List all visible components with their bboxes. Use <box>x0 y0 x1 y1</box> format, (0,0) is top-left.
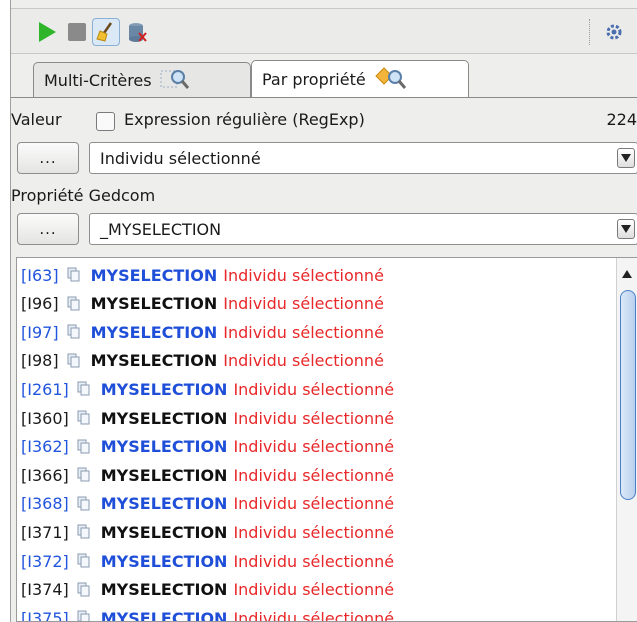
record-tag: MYSELECTION <box>100 551 228 571</box>
value-browse-button[interactable]: ... <box>17 142 79 174</box>
scrollbar[interactable] <box>616 258 637 621</box>
copy-icon <box>77 524 91 540</box>
toolbar <box>11 8 637 54</box>
record-tag: MYSELECTION <box>100 494 228 514</box>
list-item[interactable]: [I261] MYSELECTION Individu sélectionné <box>21 375 394 403</box>
record-id: [I96] <box>21 294 59 314</box>
copy-icon <box>77 381 91 397</box>
chevron-down-icon[interactable] <box>617 219 635 239</box>
record-value: Individu sélectionné <box>233 408 395 428</box>
results-list[interactable]: [I375] MYSELECTION Individu sélectionné [I3… <box>16 257 637 622</box>
record-id: [I374] <box>21 580 69 600</box>
record-id: [I98] <box>21 351 59 371</box>
search-tag-icon <box>374 66 408 94</box>
list-item[interactable]: [I96] MYSELECTION Individu sélectionné <box>21 290 384 318</box>
record-tag: MYSELECTION <box>100 437 228 457</box>
list-item[interactable]: [I360] MYSELECTION Individu sélectionné <box>21 404 394 432</box>
result-count: 224 <box>606 110 637 129</box>
tab-strip: Multi-Critères Par propriété <box>11 56 637 98</box>
record-tag: MYSELECTION <box>100 522 228 542</box>
record-tag: MYSELECTION <box>90 351 218 371</box>
record-id: [I360] <box>21 408 69 428</box>
record-value: Individu sélectionné <box>223 351 384 371</box>
copy-icon <box>77 467 91 483</box>
record-value: Individu sélectionné <box>223 322 384 342</box>
copy-icon <box>67 353 81 369</box>
record-value: Individu sélectionné <box>233 580 395 600</box>
toolbar-separator <box>589 19 590 45</box>
record-tag: MYSELECTION <box>100 379 228 399</box>
property-combo[interactable]: _MYSELECTION <box>89 213 637 245</box>
search-panel: Multi-Critères Par propriété Valeur Expr… <box>10 0 637 622</box>
list-item[interactable]: [I98] MYSELECTION Individu sélectionné <box>21 347 384 375</box>
value-combo-text: Individu sélectionné <box>100 148 261 168</box>
record-value: Individu sélectionné <box>233 551 395 571</box>
record-id: [I97] <box>21 322 59 342</box>
settings-icon[interactable] <box>600 18 628 46</box>
copy-icon <box>77 439 91 455</box>
record-id: [I63] <box>21 265 59 285</box>
record-value: Individu sélectionné <box>233 437 395 457</box>
copy-icon <box>67 296 81 312</box>
record-value: Individu sélectionné <box>233 608 395 622</box>
record-value: Individu sélectionné <box>233 465 395 485</box>
list-item[interactable]: [I375] MYSELECTION Individu sélectionné <box>21 604 395 622</box>
property-browse-button[interactable]: ... <box>17 213 79 245</box>
copy-icon <box>77 553 91 569</box>
property-label: Propriété Gedcom <box>11 186 156 205</box>
record-value: Individu sélectionné <box>223 294 384 314</box>
record-id: [I261] <box>21 379 69 399</box>
property-combo-text: _MYSELECTION <box>100 219 222 239</box>
list-item[interactable]: [I371] MYSELECTION Individu sélectionné <box>21 518 394 546</box>
list-item[interactable]: [I362] MYSELECTION Individu sélectionné <box>21 433 394 461</box>
record-id: [I362] <box>21 437 69 457</box>
scroll-up-icon[interactable] <box>622 263 632 282</box>
list-item[interactable]: [I372] MYSELECTION Individu sélectionné <box>21 547 394 575</box>
record-value: Individu sélectionné <box>233 494 395 514</box>
record-tag: MYSELECTION <box>100 408 228 428</box>
record-id: [I371] <box>21 522 69 542</box>
copy-icon <box>77 610 91 621</box>
scroll-thumb[interactable] <box>620 290 636 500</box>
list-item[interactable]: [I368] MYSELECTION Individu sélectionné <box>21 490 394 518</box>
list-item[interactable]: [I374] MYSELECTION Individu sélectionné <box>21 576 394 604</box>
broom-icon[interactable] <box>92 18 120 46</box>
list-item[interactable]: [I366] MYSELECTION Individu sélectionné <box>21 461 394 489</box>
tab-label: Multi-Critères <box>44 71 152 90</box>
tab-divider <box>11 97 637 98</box>
tab-multi-criteres[interactable]: Multi-Critères <box>33 62 251 98</box>
stop-icon[interactable] <box>63 18 91 46</box>
record-tag: MYSELECTION <box>100 465 228 485</box>
copy-icon <box>77 582 91 598</box>
record-tag: MYSELECTION <box>90 265 218 285</box>
value-combo[interactable]: Individu sélectionné <box>89 142 637 174</box>
regexp-checkbox[interactable] <box>96 112 115 131</box>
record-id: [I366] <box>21 465 69 485</box>
regexp-label: Expression régulière (RegExp) <box>124 110 365 129</box>
record-id: [I375] <box>21 608 69 622</box>
record-value: Individu sélectionné <box>233 522 395 542</box>
record-tag: MYSELECTION <box>90 322 218 342</box>
record-id: [I372] <box>21 551 69 571</box>
search-magnifier-icon <box>160 68 190 94</box>
tab-par-propriete[interactable]: Par propriété <box>251 60 469 98</box>
database-clear-icon[interactable] <box>123 18 151 46</box>
play-icon[interactable] <box>33 18 61 46</box>
record-id: [I368] <box>21 494 69 514</box>
tab-label: Par propriété <box>262 70 366 89</box>
list-item[interactable]: [I63] MYSELECTION Individu sélectionné <box>21 261 384 289</box>
copy-icon <box>77 496 91 512</box>
chevron-down-icon[interactable] <box>617 148 635 168</box>
record-tag: MYSELECTION <box>90 294 218 314</box>
record-value: Individu sélectionné <box>233 379 395 399</box>
record-tag: MYSELECTION <box>100 608 228 622</box>
list-item[interactable]: [I97] MYSELECTION Individu sélectionné <box>21 318 384 346</box>
record-tag: MYSELECTION <box>100 580 228 600</box>
copy-icon <box>67 267 81 283</box>
copy-icon <box>67 324 81 340</box>
copy-icon <box>77 410 91 426</box>
value-label: Valeur <box>11 110 62 129</box>
record-value: Individu sélectionné <box>223 265 384 285</box>
